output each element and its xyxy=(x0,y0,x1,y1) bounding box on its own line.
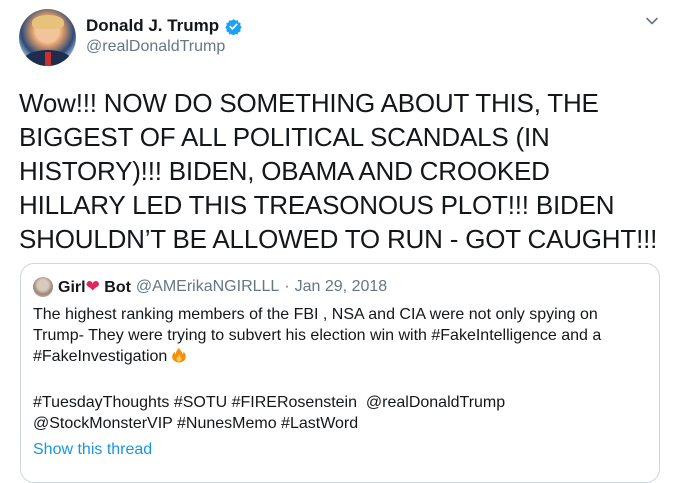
author-display-name[interactable]: Donald J. Trump xyxy=(86,16,219,36)
hashtags-line-2: @StockMonsterVIP #NunesMemo #LastWord xyxy=(33,415,359,432)
quoted-author-name-part1: Girl xyxy=(58,279,86,296)
quoted-author-name-part2: Bot xyxy=(104,279,131,296)
quoted-author-name: Girl❤ Bot xyxy=(58,277,131,297)
fire-emoji-icon xyxy=(172,347,187,363)
author-handle[interactable]: @realDonaldTrump xyxy=(86,38,225,56)
header-separator: · xyxy=(284,278,290,295)
tweet-card: Donald J. Trump @realDonaldTrump Wow!!! … xyxy=(0,0,679,483)
chevron-down-icon[interactable] xyxy=(645,14,659,28)
avatar-tie xyxy=(45,52,51,66)
quoted-author-handle: @AMErikaNGIRLLL xyxy=(135,278,280,295)
verified-badge-icon xyxy=(225,18,242,35)
quoted-author-avatar xyxy=(33,277,53,297)
quoted-tweet-header: Girl❤ Bot @AMErikaNGIRLLL · Jan 29, 2018 xyxy=(33,277,387,297)
avatar-hair xyxy=(32,15,64,29)
quoted-tweet-date: Jan 29, 2018 xyxy=(294,278,388,295)
hashtags-line-1: #TuesdayThoughts #SOTU #FIRERosenstein @… xyxy=(33,394,506,411)
quoted-tweet-text: The highest ranking members of the FBI ,… xyxy=(33,304,648,367)
tweet-text: Wow!!! NOW DO SOMETHING ABOUT THIS, THE … xyxy=(19,88,658,254)
author-name-row: Donald J. Trump xyxy=(86,16,242,36)
author-avatar[interactable] xyxy=(19,9,76,66)
heart-emoji-icon: ❤ xyxy=(85,277,100,296)
show-thread-link[interactable]: Show this thread xyxy=(33,441,152,459)
quoted-tweet-body: The highest ranking members of the FBI ,… xyxy=(33,306,602,365)
quoted-tweet-hashtags: #TuesdayThoughts #SOTU #FIRERosenstein @… xyxy=(33,392,648,434)
quoted-tweet[interactable]: Girl❤ Bot @AMErikaNGIRLLL · Jan 29, 2018… xyxy=(20,263,660,483)
